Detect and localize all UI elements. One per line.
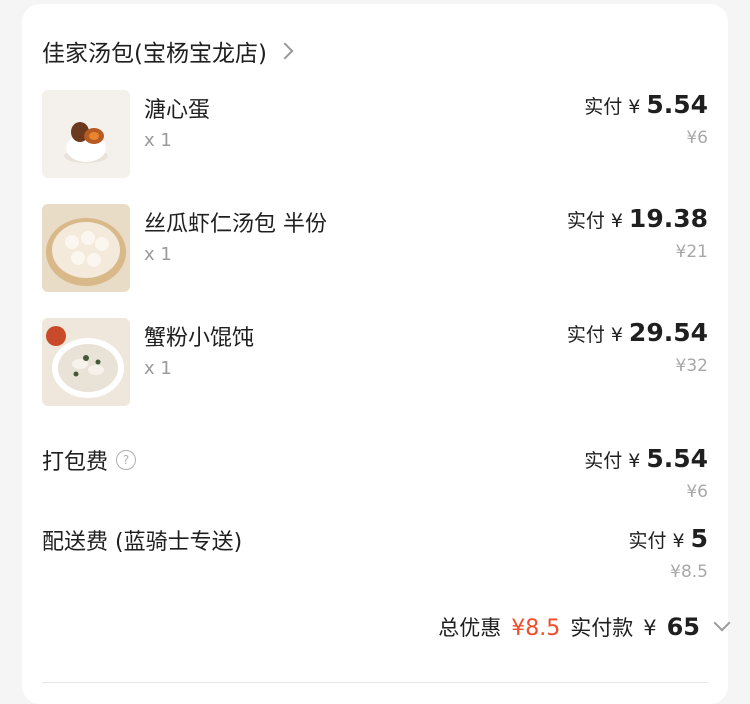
- paid-label: 实付: [584, 96, 623, 118]
- divider: [42, 682, 708, 683]
- currency-symbol: ¥: [672, 530, 685, 552]
- delivery-fee-paid: 实付 ¥ 5: [628, 524, 708, 553]
- original-price: ¥32: [675, 356, 708, 376]
- packing-fee-paid: 实付 ¥ 5.54: [584, 444, 708, 473]
- item-paid: 实付 ¥ 5.54: [584, 90, 708, 119]
- order-summary[interactable]: 总优惠 ¥8.5 实付款 ¥ 65: [438, 612, 731, 642]
- currency-symbol: ¥: [643, 616, 657, 640]
- paid-label: 实付: [566, 210, 605, 232]
- item-quantity: x 1: [144, 358, 172, 379]
- original-price: ¥6: [686, 482, 708, 502]
- chevron-down-icon[interactable]: [713, 614, 731, 632]
- item-name: 蟹粉小馄饨: [144, 326, 255, 351]
- currency-symbol: ¥: [610, 210, 623, 232]
- discount-label: 总优惠: [438, 616, 502, 640]
- order-card: 佳家汤包(宝杨宝龙店) 溏心蛋 x 1 实付 ¥ 5.54 ¥6 丝瓜虾仁汤包 …: [22, 4, 728, 704]
- item-quantity: x 1: [144, 244, 172, 265]
- item-name: 丝瓜虾仁汤包 半份: [144, 212, 327, 237]
- delivery-fee-title: 配送费 (蓝骑士专送): [42, 530, 243, 555]
- paid-label: 实付: [584, 450, 623, 472]
- discount-value: ¥8.5: [511, 616, 561, 641]
- item-thumbnail: [42, 318, 130, 406]
- original-price: ¥6: [686, 128, 708, 148]
- total-paid-amount: 65: [666, 613, 700, 641]
- packing-fee-row: 打包费 ? 实付 ¥ 5.54 ¥6: [42, 444, 708, 504]
- order-item[interactable]: 丝瓜虾仁汤包 半份 x 1 实付 ¥ 19.38 ¥21: [42, 204, 708, 294]
- original-price: ¥8.5: [670, 562, 708, 582]
- total-paid-label: 实付款: [570, 616, 634, 640]
- chevron-right-icon: [276, 42, 294, 60]
- paid-label: 实付: [566, 324, 605, 346]
- paid-amount: 5.54: [646, 444, 708, 473]
- store-header[interactable]: 佳家汤包(宝杨宝龙店): [42, 34, 294, 68]
- currency-symbol: ¥: [628, 96, 641, 118]
- paid-amount: 19.38: [628, 204, 708, 233]
- original-price: ¥21: [675, 242, 708, 262]
- item-quantity: x 1: [144, 130, 172, 151]
- item-name: 溏心蛋: [144, 98, 211, 123]
- question-circle-icon[interactable]: ?: [116, 450, 137, 470]
- currency-symbol: ¥: [610, 324, 623, 346]
- paid-amount: 5: [690, 524, 708, 553]
- store-name: 佳家汤包(宝杨宝龙店): [42, 41, 267, 67]
- delivery-fee-row: 配送费 (蓝骑士专送) 实付 ¥ 5 ¥8.5: [42, 524, 708, 584]
- item-paid: 实付 ¥ 19.38: [567, 204, 708, 233]
- item-paid: 实付 ¥ 29.54: [567, 318, 708, 347]
- packing-fee-title: 打包费 ?: [42, 444, 137, 476]
- paid-amount: 5.54: [646, 90, 708, 119]
- paid-label: 实付: [628, 530, 667, 552]
- packing-fee-label: 打包费: [42, 450, 109, 475]
- paid-amount: 29.54: [628, 318, 708, 347]
- item-thumbnail: [42, 204, 130, 292]
- item-thumbnail: [42, 90, 130, 178]
- order-item[interactable]: 溏心蛋 x 1 实付 ¥ 5.54 ¥6: [42, 90, 708, 180]
- order-item[interactable]: 蟹粉小馄饨 x 1 实付 ¥ 29.54 ¥32: [42, 318, 708, 408]
- currency-symbol: ¥: [628, 450, 641, 472]
